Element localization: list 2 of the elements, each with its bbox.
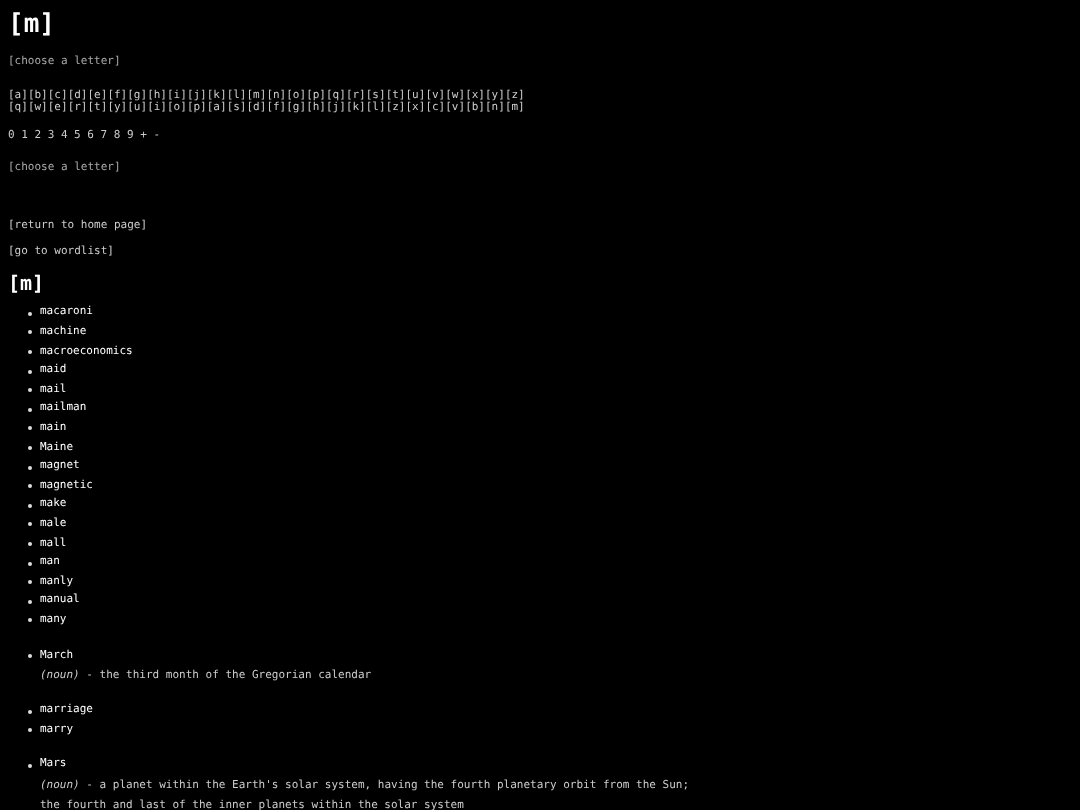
section-heading: [m] — [8, 274, 45, 299]
page-title: [m] — [8, 10, 55, 42]
